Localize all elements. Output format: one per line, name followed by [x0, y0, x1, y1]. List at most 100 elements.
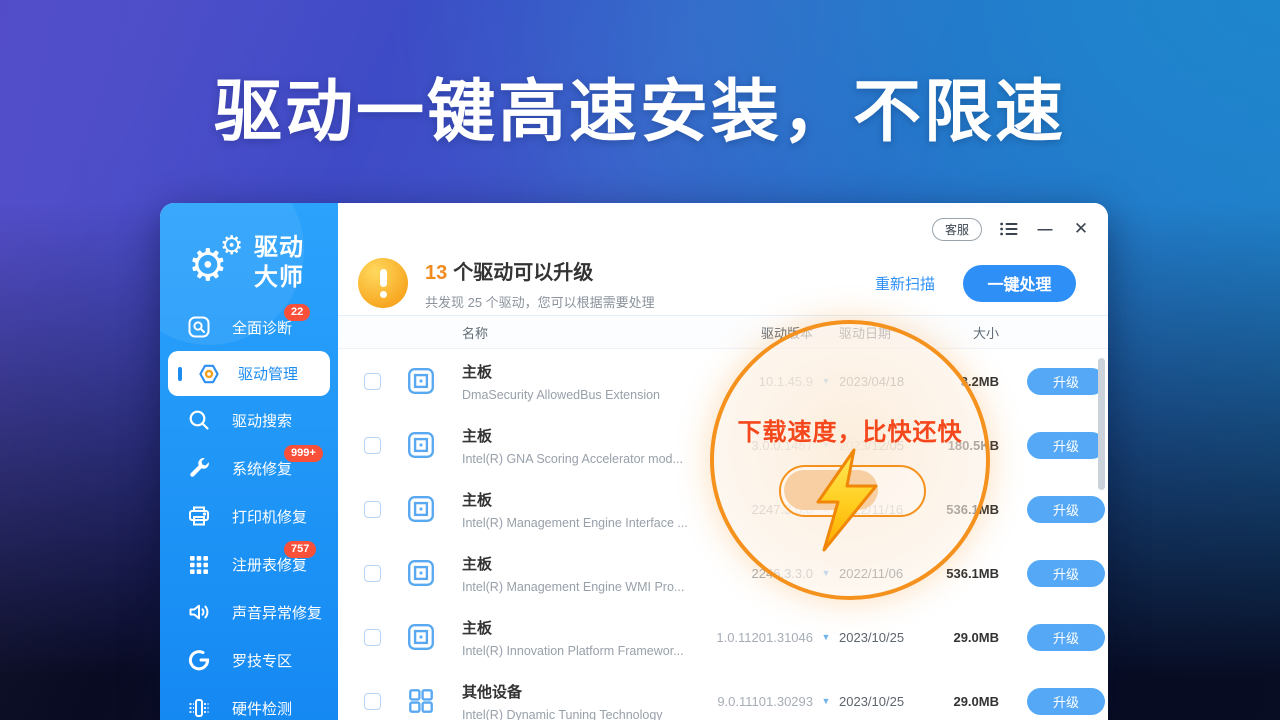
table-header: 名称 驱动版本 驱动日期 大小 [338, 315, 1108, 349]
upgrade-button[interactable]: 升级 [1027, 560, 1105, 587]
version-dropdown-icon[interactable]: ▼ [813, 568, 839, 578]
row-checkbox[interactable] [364, 693, 381, 710]
sidebar: ⚙ ⚙ 驱动 大师 全面诊断 22 驱动管理 [160, 203, 338, 720]
badge: 757 [284, 541, 316, 558]
motherboard-icon [406, 366, 436, 396]
table-row: 主板 Intel(R) Innovation Platform Framewor… [338, 605, 1108, 669]
banner-title: 驱动一键高速安装，不限速 [0, 56, 1280, 155]
badge: 22 [284, 304, 310, 321]
device-name: Intel(R) Management Engine Interface ... [462, 516, 698, 530]
version-dropdown-icon[interactable]: ▼ [813, 376, 839, 386]
sidebar-item-sound-repair[interactable]: 声音异常修复 [160, 588, 338, 636]
sidebar-item-full-diagnosis[interactable]: 全面诊断 22 [160, 303, 338, 351]
menu-list-icon[interactable] [1000, 220, 1018, 238]
driver-size: 3.2MB [927, 374, 999, 389]
motherboard-icon [406, 622, 436, 652]
device-category: 主板 [462, 617, 698, 638]
device-name: DmaSecurity AllowedBus Extension [462, 388, 698, 402]
summary-subtitle: 共发现 25 个驱动，您可以根据需要处理 [425, 292, 875, 311]
driver-date: 2022/11/06 [839, 566, 927, 581]
printer-repair-icon [186, 503, 212, 529]
upgrade-button[interactable]: 升级 [1027, 368, 1105, 395]
driver-size: 536.1MB [927, 502, 999, 517]
process-all-button[interactable]: 一键处理 [963, 265, 1076, 302]
other-device-icon [406, 686, 436, 716]
summary-header: 13个驱动可以升级 共发现 25 个驱动，您可以根据需要处理 重新扫描 一键处理 [338, 241, 1108, 315]
motherboard-icon [406, 430, 436, 460]
header-date: 驱动日期 [839, 323, 927, 342]
device-name: Intel(R) Management Engine WMI Pro... [462, 580, 698, 594]
device-category: 其他设备 [462, 681, 698, 702]
scrollbar-thumb[interactable] [1098, 358, 1105, 490]
motherboard-icon [406, 494, 436, 524]
version-dropdown-icon[interactable]: ▼ [813, 504, 839, 514]
motherboard-icon [406, 558, 436, 588]
sidebar-item-logitech-zone[interactable]: 罗技专区 [160, 636, 338, 684]
sound-repair-icon [186, 599, 212, 625]
row-checkbox[interactable] [364, 629, 381, 646]
driver-version: 10.1.45.9 [698, 374, 813, 389]
table-row: 主板 Intel(R) GNA Scoring Accelerator mod.… [338, 413, 1108, 477]
sidebar-item-system-repair[interactable]: 系统修复 999+ [160, 444, 338, 492]
table-row: 主板 Intel(R) Management Engine Interface … [338, 477, 1108, 541]
header-size: 大小 [927, 323, 999, 342]
version-dropdown-icon[interactable]: ▼ [813, 440, 839, 450]
logitech-g-icon [186, 647, 212, 673]
device-category: 主板 [462, 553, 698, 574]
row-checkbox[interactable] [364, 501, 381, 518]
gears-icon: ⚙ ⚙ [188, 234, 242, 292]
device-category: 主板 [462, 425, 698, 446]
driver-version: 2247.3.5.0 [698, 502, 813, 517]
sidebar-item-printer-repair[interactable]: 打印机修复 [160, 492, 338, 540]
rescan-link[interactable]: 重新扫描 [875, 273, 935, 294]
registry-repair-icon [186, 551, 212, 577]
driver-size: 180.5KB [927, 438, 999, 453]
driver-list: 主板 DmaSecurity AllowedBus Extension 10.1… [338, 349, 1108, 720]
driver-date: 2023/04/18 [839, 374, 927, 389]
upgrade-count: 13 [425, 262, 447, 284]
driver-date: 2022/11/16 [839, 502, 927, 517]
row-checkbox[interactable] [364, 565, 381, 582]
sidebar-item-driver-management[interactable]: 驱动管理 [168, 351, 330, 396]
driver-management-icon [196, 361, 222, 387]
device-category: 主板 [462, 361, 698, 382]
row-checkbox[interactable] [364, 437, 381, 454]
version-dropdown-icon[interactable]: ▼ [813, 696, 839, 706]
sidebar-item-registry-repair[interactable]: 注册表修复 757 [160, 540, 338, 588]
app-window: ⚙ ⚙ 驱动 大师 全面诊断 22 驱动管理 [160, 203, 1108, 720]
app-logo-text: 驱动 大师 [254, 233, 304, 293]
driver-version: 1.0.11201.31046 [698, 630, 813, 645]
driver-size: 536.1MB [927, 566, 999, 581]
titlebar: 客服 — ✕ [338, 203, 1108, 241]
table-row: 主板 Intel(R) Management Engine WMI Pro...… [338, 541, 1108, 605]
app-logo: ⚙ ⚙ 驱动 大师 [160, 203, 338, 313]
sidebar-nav: 全面诊断 22 驱动管理 驱动搜索 系统修复 [160, 303, 338, 720]
upgrade-button[interactable]: 升级 [1027, 496, 1105, 523]
driver-search-icon [186, 407, 212, 433]
full-diagnosis-icon [186, 314, 212, 340]
badge: 999+ [284, 445, 323, 462]
driver-version: 3.0.0.1457 [698, 438, 813, 453]
version-dropdown-icon[interactable]: ▼ [813, 632, 839, 642]
system-repair-icon [186, 455, 212, 481]
close-icon[interactable]: ✕ [1072, 220, 1090, 238]
upgrade-button[interactable]: 升级 [1027, 432, 1105, 459]
device-name: Intel(R) GNA Scoring Accelerator mod... [462, 452, 698, 466]
header-version: 驱动版本 [698, 323, 813, 342]
sidebar-item-driver-search[interactable]: 驱动搜索 [160, 396, 338, 444]
minimize-icon[interactable]: — [1036, 220, 1054, 238]
row-checkbox[interactable] [364, 373, 381, 390]
support-button[interactable]: 客服 [932, 218, 982, 241]
device-name: Intel(R) Innovation Platform Framewor... [462, 644, 698, 658]
warning-icon [358, 258, 408, 308]
upgrade-button[interactable]: 升级 [1027, 688, 1105, 715]
sidebar-item-hardware-detection[interactable]: 硬件检测 [160, 684, 338, 720]
main-panel: 客服 — ✕ 13个驱动可以升级 共发现 25 个驱动，您可以根据需要处理 重新… [338, 203, 1108, 720]
driver-date: 2023/10/25 [839, 630, 927, 645]
upgrade-button[interactable]: 升级 [1027, 624, 1105, 651]
driver-date: 2023/12/05 [839, 438, 927, 453]
active-marker [178, 367, 182, 381]
driver-size: 29.0MB [927, 630, 999, 645]
driver-size: 29.0MB [927, 694, 999, 709]
driver-version: 2246.3.3.0 [698, 566, 813, 581]
